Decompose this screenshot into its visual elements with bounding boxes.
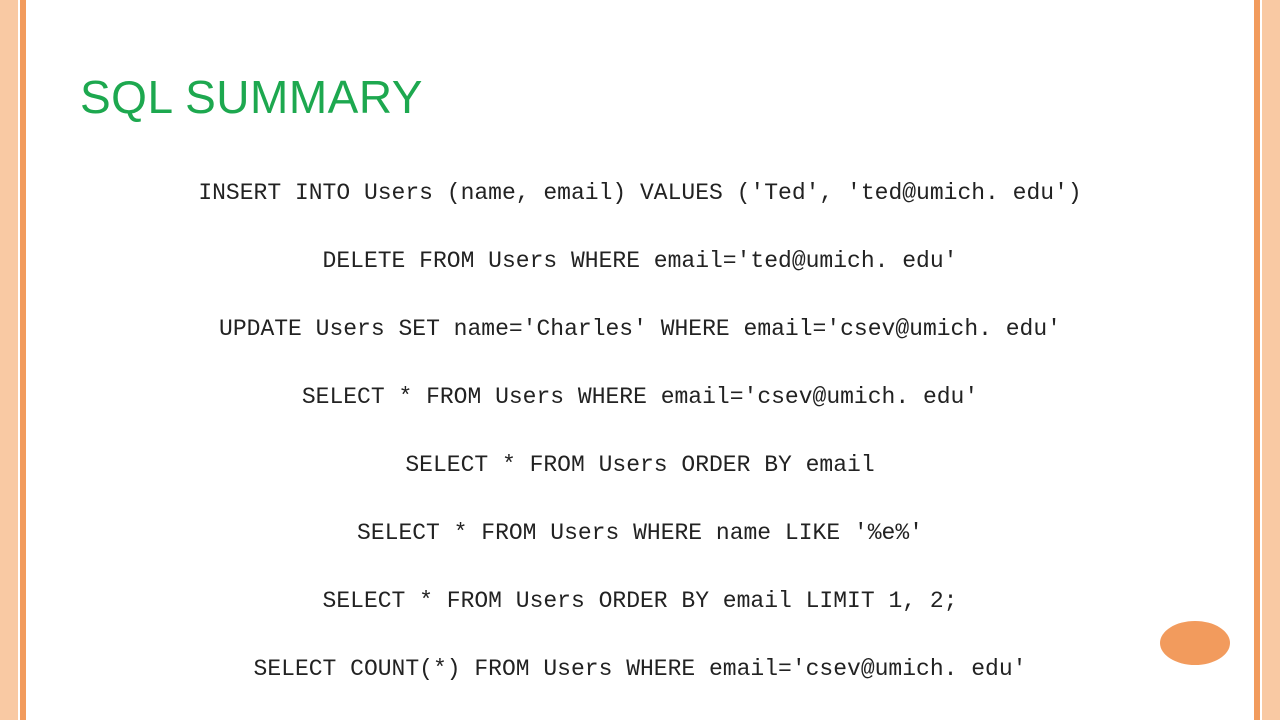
left-inner-border (20, 0, 26, 720)
decorative-ellipse (1160, 621, 1230, 665)
slide-body: INSERT INTO Users (name, email) VALUES (… (60, 180, 1220, 700)
slide: SQL SUMMARY INSERT INTO Users (name, ema… (0, 0, 1280, 720)
sql-line: SELECT * FROM Users ORDER BY email LIMIT… (60, 588, 1220, 614)
sql-line: INSERT INTO Users (name, email) VALUES (… (60, 180, 1220, 206)
sql-line: SELECT * FROM Users WHERE email='csev@um… (60, 384, 1220, 410)
sql-line: SELECT * FROM Users ORDER BY email (60, 452, 1220, 478)
sql-line: DELETE FROM Users WHERE email='ted@umich… (60, 248, 1220, 274)
left-outer-border (0, 0, 18, 720)
right-inner-border (1254, 0, 1260, 720)
sql-line: SELECT * FROM Users WHERE name LIKE '%e%… (60, 520, 1220, 546)
sql-line: SELECT COUNT(*) FROM Users WHERE email='… (60, 656, 1220, 682)
slide-title: SQL SUMMARY (80, 70, 423, 124)
right-outer-border (1262, 0, 1280, 720)
sql-line: UPDATE Users SET name='Charles' WHERE em… (60, 316, 1220, 342)
